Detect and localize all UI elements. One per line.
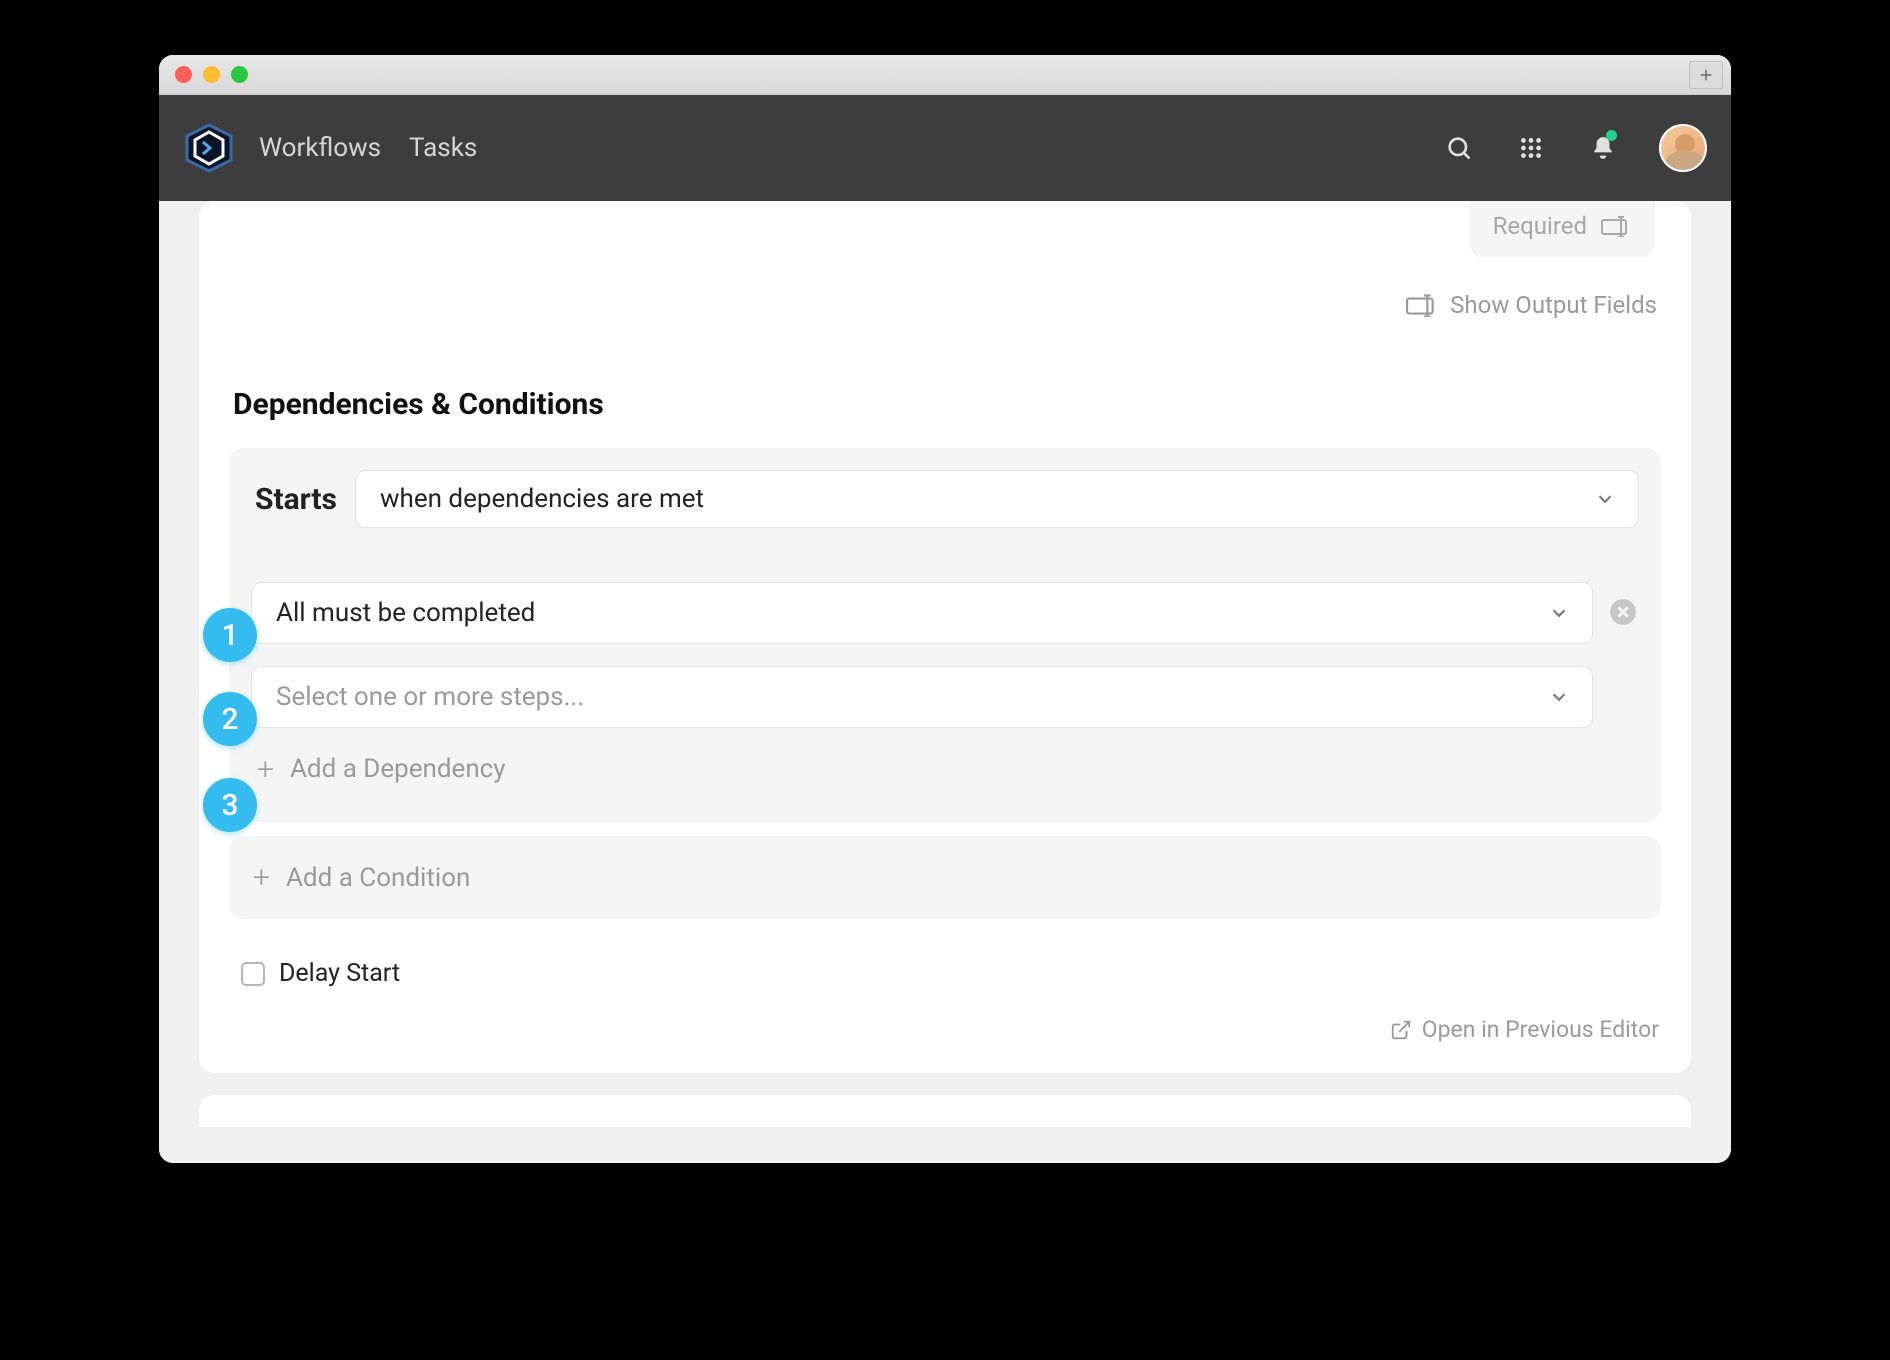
step-card: Required Show Output Fields Dependencies… [199, 201, 1691, 1073]
dependency-steps-select[interactable]: Select one or more steps... [251, 666, 1593, 728]
hexagon-logo-icon [183, 122, 235, 174]
content-area: Required Show Output Fields Dependencies… [159, 201, 1731, 1163]
dependency-rule-select[interactable]: All must be completed [251, 582, 1593, 644]
open-previous-editor-label: Open in Previous Editor [1422, 1016, 1659, 1043]
nav-workflows[interactable]: Workflows [259, 133, 381, 163]
chevron-down-icon [1548, 686, 1570, 708]
required-row: Required [229, 201, 1661, 257]
remove-dependency-button[interactable] [1609, 598, 1639, 628]
dependency-rule-value: All must be completed [276, 598, 535, 628]
search-icon [1445, 134, 1473, 162]
close-window-button[interactable] [175, 66, 192, 83]
header-actions [1443, 124, 1707, 172]
apps-button[interactable] [1515, 132, 1547, 164]
dependency-steps-placeholder: Select one or more steps... [276, 682, 584, 712]
starts-select[interactable]: when dependencies are met [355, 470, 1639, 528]
add-dependency-label: Add a Dependency [290, 754, 506, 784]
external-link-icon [1390, 1019, 1412, 1041]
open-previous-editor-link[interactable]: Open in Previous Editor [229, 1016, 1661, 1043]
notifications-button[interactable] [1587, 132, 1619, 164]
text-input-icon [1406, 293, 1438, 317]
nav-tasks[interactable]: Tasks [409, 133, 477, 163]
add-condition-label: Add a Condition [286, 863, 470, 893]
show-output-fields-button[interactable]: Show Output Fields [229, 257, 1661, 319]
add-condition-button[interactable]: + Add a Condition [253, 860, 1637, 895]
new-tab-button[interactable] [1689, 61, 1723, 89]
plus-icon: + [257, 752, 274, 787]
starts-select-value: when dependencies are met [380, 484, 704, 514]
notification-dot-icon [1606, 130, 1617, 141]
next-card-peek [199, 1095, 1691, 1127]
delay-start-checkbox[interactable] [241, 962, 265, 986]
delay-start-label: Delay Start [279, 959, 400, 988]
step-badge-2: 2 [203, 692, 257, 746]
starts-label: Starts [251, 482, 337, 517]
chevron-down-icon [1594, 488, 1616, 510]
delay-start-row: Delay Start [229, 959, 1661, 988]
minimize-window-button[interactable] [203, 66, 220, 83]
dependency-rule-row: All must be completed [251, 582, 1639, 644]
text-input-icon [1601, 215, 1631, 237]
chevron-down-icon [1548, 602, 1570, 624]
dependencies-panel: 1 2 3 Starts when dependencies are met A… [229, 448, 1661, 822]
nav-links: Workflows Tasks [259, 133, 477, 163]
starts-row: Starts when dependencies are met [251, 470, 1639, 528]
maximize-window-button[interactable] [231, 66, 248, 83]
traffic-lights [175, 66, 248, 83]
app-header: Workflows Tasks [159, 95, 1731, 201]
search-button[interactable] [1443, 132, 1475, 164]
add-dependency-button[interactable]: + Add a Dependency [251, 738, 1639, 800]
step-badge-3: 3 [203, 778, 257, 832]
close-circle-icon [1609, 598, 1637, 626]
window-titlebar [159, 55, 1731, 95]
step-badge-1: 1 [203, 608, 257, 662]
grid-icon [1518, 135, 1544, 161]
dependency-steps-row: Select one or more steps... [251, 666, 1639, 728]
app-logo[interactable] [183, 122, 235, 174]
conditions-panel: + Add a Condition [229, 836, 1661, 919]
section-title: Dependencies & Conditions [229, 387, 1661, 422]
plus-icon [1697, 66, 1715, 84]
required-pill: Required [1469, 201, 1655, 257]
show-output-fields-label: Show Output Fields [1450, 291, 1657, 319]
required-label: Required [1493, 212, 1587, 240]
avatar[interactable] [1659, 124, 1707, 172]
app-window: Workflows Tasks [159, 55, 1731, 1163]
plus-icon: + [253, 860, 270, 895]
